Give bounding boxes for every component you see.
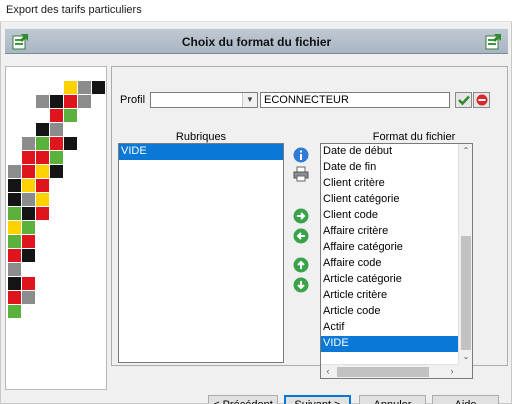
- format-list-item[interactable]: Actif: [321, 320, 458, 336]
- format-list-item[interactable]: Client critère: [321, 176, 458, 192]
- mosaic-tile: [22, 235, 35, 248]
- mosaic-tile: [64, 109, 77, 122]
- format-list-item[interactable]: Date de début: [321, 144, 458, 160]
- chevron-down-icon[interactable]: ▼: [242, 93, 257, 107]
- mosaic-tile: [8, 249, 21, 262]
- page-title: Choix du format du fichier: [181, 35, 332, 49]
- mosaic-tile: [92, 81, 105, 94]
- mosaic-tile: [22, 249, 35, 262]
- format-list-item[interactable]: Client catégorie: [321, 192, 458, 208]
- mosaic-tile: [50, 109, 63, 122]
- window-title: Export des tarifs particuliers: [6, 4, 142, 16]
- arrow-down-icon[interactable]: [293, 277, 309, 293]
- mosaic-tile: [22, 277, 35, 290]
- mosaic-tile: [8, 291, 21, 304]
- profile-name-field[interactable]: ECONNECTEUR: [260, 92, 450, 108]
- wizard-window: Choix du format du fichier Profil ▼ ECON…: [0, 22, 512, 404]
- format-list-item[interactable]: Affaire code: [321, 256, 458, 272]
- scroll-right-icon[interactable]: ›: [445, 365, 459, 378]
- validate-profile-button[interactable]: [455, 92, 472, 108]
- profile-combo[interactable]: ▼: [150, 92, 258, 108]
- mosaic-tile: [50, 151, 63, 164]
- format-list-item[interactable]: VIDE: [321, 336, 458, 352]
- mosaic-tile: [64, 81, 77, 94]
- delete-profile-button[interactable]: [473, 92, 490, 108]
- mosaic-tile: [36, 95, 49, 108]
- mosaic-tile: [36, 193, 49, 206]
- export-icon: [485, 34, 501, 50]
- mosaic-tile: [36, 151, 49, 164]
- mosaic-tile: [36, 179, 49, 192]
- mosaic-graphic: [8, 81, 105, 318]
- arrow-right-icon[interactable]: [293, 208, 309, 224]
- format-panel: Profil ▼ ECONNECTEUR Rubriques VIDE Form…: [111, 66, 508, 379]
- scroll-left-icon[interactable]: ‹: [321, 365, 335, 378]
- mosaic-tile: [8, 193, 21, 206]
- format-header: Format du fichier: [372, 131, 456, 143]
- print-icon[interactable]: [293, 166, 309, 182]
- format-list-item[interactable]: Client code: [321, 208, 458, 224]
- arrow-up-icon[interactable]: [293, 257, 309, 273]
- format-horizontal-scrollbar[interactable]: ‹ ›: [321, 364, 459, 378]
- check-icon: [458, 95, 470, 106]
- mosaic-tile: [22, 137, 35, 150]
- mosaic-tile: [78, 95, 91, 108]
- mosaic-tile: [50, 123, 63, 136]
- mosaic-tile: [50, 137, 63, 150]
- mosaic-tile: [8, 179, 21, 192]
- rubriques-list-item[interactable]: VIDE: [119, 144, 283, 160]
- rubriques-header: Rubriques: [175, 131, 227, 143]
- mosaic-tile: [8, 263, 21, 276]
- mosaic-tile: [8, 277, 21, 290]
- format-list-item[interactable]: Article code: [321, 304, 458, 320]
- mosaic-tile: [22, 221, 35, 234]
- format-vertical-scrollbar[interactable]: ⌃ ⌄: [458, 144, 472, 364]
- window-titlebar: Export des tarifs particuliers: [0, 0, 512, 22]
- mosaic-tile: [50, 95, 63, 108]
- format-list-item[interactable]: Affaire catégorie: [321, 240, 458, 256]
- no-entry-icon: [476, 94, 488, 106]
- mosaic-tile: [64, 137, 77, 150]
- mosaic-tile: [78, 81, 91, 94]
- scrollbar-thumb[interactable]: [461, 236, 471, 350]
- mosaic-tile: [36, 137, 49, 150]
- page-banner: Choix du format du fichier: [5, 28, 508, 54]
- scroll-down-icon[interactable]: ⌄: [459, 350, 472, 364]
- mosaic-tile: [64, 95, 77, 108]
- format-list-item[interactable]: Affaire critère: [321, 224, 458, 240]
- scroll-up-icon[interactable]: ⌃: [459, 144, 472, 158]
- mosaic-tile: [22, 291, 35, 304]
- mosaic-tile: [22, 207, 35, 220]
- mosaic-tile: [8, 235, 21, 248]
- mosaic-tile: [8, 207, 21, 220]
- mosaic-tile: [22, 179, 35, 192]
- mosaic-tile: [36, 207, 49, 220]
- cancel-button[interactable]: Annuler: [359, 395, 426, 404]
- mosaic-tile: [36, 123, 49, 136]
- scrollbar-corner: [458, 364, 472, 378]
- scrollbar-thumb[interactable]: [337, 367, 429, 377]
- mosaic-tile: [50, 165, 63, 178]
- mosaic-tile: [8, 305, 21, 318]
- format-list[interactable]: Date de début Date de fin Client critère Cl…: [320, 143, 473, 379]
- format-list-item[interactable]: Date de fin: [321, 160, 458, 176]
- format-list-item[interactable]: Article catégorie: [321, 272, 458, 288]
- mosaic-tile: [8, 165, 21, 178]
- info-icon[interactable]: [293, 147, 309, 163]
- format-list-item[interactable]: Article critère: [321, 288, 458, 304]
- profile-label: Profil: [120, 94, 146, 106]
- rubriques-list[interactable]: VIDE: [118, 143, 284, 363]
- mosaic-tile: [8, 221, 21, 234]
- mosaic-tile: [22, 151, 35, 164]
- next-button[interactable]: Suivant >: [284, 395, 351, 404]
- previous-button[interactable]: < Précédent: [208, 395, 278, 404]
- mosaic-tile: [22, 165, 35, 178]
- arrow-left-icon[interactable]: [293, 228, 309, 244]
- mosaic-tile: [36, 165, 49, 178]
- mosaic-tile: [22, 193, 35, 206]
- help-button[interactable]: Aide: [432, 395, 499, 404]
- decorative-mosaic-panel: [5, 66, 107, 390]
